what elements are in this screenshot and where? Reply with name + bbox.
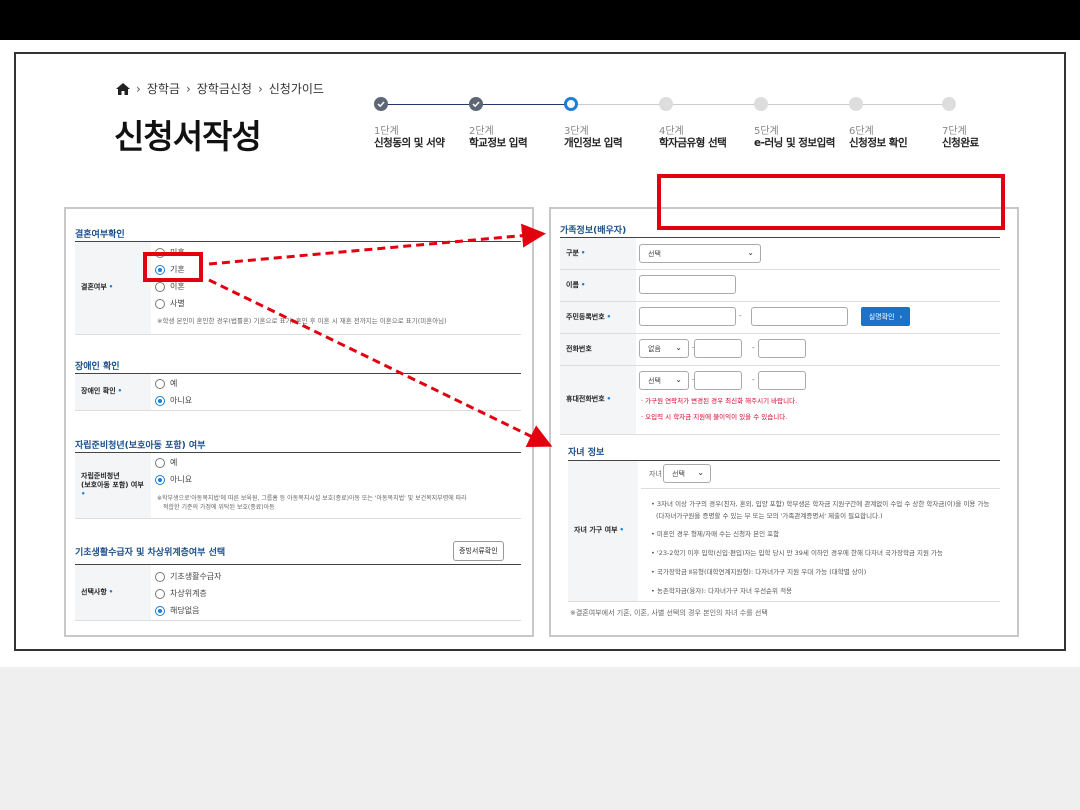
top-black-bar (0, 0, 1080, 40)
screenshot-frame: › 장학금 › 장학금신청 › 신청가이드 신청서작성 1단계 신청동의 및 서… (14, 52, 1066, 651)
bottom-blank-area (0, 667, 1080, 810)
arrow-to-children (208, 278, 553, 447)
annotation-arrows (208, 223, 553, 447)
arrow-to-family (208, 223, 546, 266)
